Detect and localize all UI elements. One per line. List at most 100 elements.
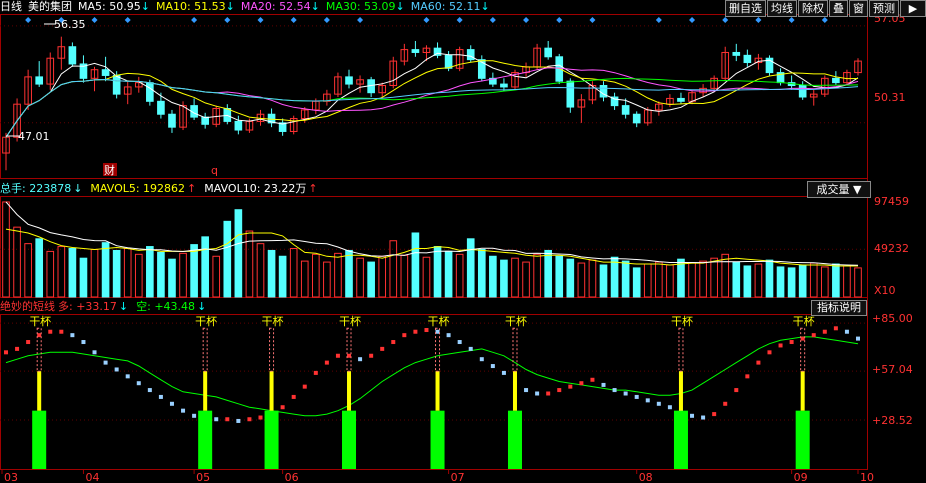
indicator-dot bbox=[147, 388, 152, 393]
signal-dashed-bar bbox=[512, 327, 518, 372]
indicator-dot bbox=[380, 346, 385, 351]
candle-body bbox=[444, 54, 453, 69]
signal-green-bar bbox=[507, 410, 522, 469]
volume-bar bbox=[323, 261, 331, 298]
volume-bar bbox=[699, 260, 707, 298]
signal-diamond bbox=[91, 17, 98, 23]
candle-body bbox=[35, 76, 44, 85]
volume-bar bbox=[90, 248, 99, 298]
signal-diamond bbox=[722, 17, 729, 23]
signal-diamond bbox=[25, 17, 32, 23]
volume-bar bbox=[79, 257, 88, 298]
candle-body bbox=[101, 69, 110, 76]
mavol5-readout: MAVOL5: 192862 ↑ bbox=[90, 182, 197, 195]
indicator-dot bbox=[181, 408, 186, 413]
volume-bar bbox=[400, 254, 409, 298]
indicator-dot bbox=[214, 417, 219, 422]
candle-body bbox=[345, 76, 353, 85]
volume-bar bbox=[46, 250, 55, 298]
price-header: 日线 美的集团 MA5: 50.95↓ MA10: 51.53↓ MA20: 52.54… bbox=[0, 0, 496, 14]
signal-label: 干杯 bbox=[428, 314, 450, 328]
remove-favorite-button[interactable]: 删自选 bbox=[725, 0, 766, 17]
indicator-dot bbox=[37, 333, 42, 338]
month-label: 07 bbox=[451, 471, 465, 483]
volume-bar bbox=[123, 248, 132, 298]
signal-green-bar bbox=[430, 410, 445, 469]
volume-bar bbox=[223, 220, 232, 298]
indicator-dot bbox=[335, 353, 340, 358]
ex-rights-button[interactable]: 除权 bbox=[798, 0, 828, 17]
indicator-dot bbox=[4, 350, 8, 355]
volume-bar bbox=[599, 264, 608, 298]
indicator-dot bbox=[468, 346, 473, 351]
indicator-dot bbox=[756, 360, 761, 365]
signal-green-bar bbox=[342, 410, 357, 469]
indicator-dot bbox=[457, 340, 462, 345]
candle-body bbox=[146, 82, 154, 102]
indicator-dot bbox=[568, 384, 573, 389]
indicator-dot bbox=[656, 401, 661, 406]
volume-indicator-select[interactable]: 成交量 ▼ bbox=[807, 181, 871, 198]
signal-yellow-bar bbox=[37, 371, 42, 411]
indicator-dot bbox=[446, 333, 451, 338]
candle-body bbox=[743, 54, 752, 64]
month-label: 08 bbox=[639, 471, 653, 483]
indicator-dot bbox=[546, 391, 551, 396]
month-axis: 03 04 05 06 07 08 09 10 bbox=[1, 470, 874, 483]
event-marker-q[interactable]: q bbox=[211, 164, 218, 177]
indicator-help-button[interactable]: 指标说明 bbox=[811, 300, 867, 316]
candle-body bbox=[798, 85, 807, 98]
indicator-dot bbox=[114, 367, 119, 372]
volume-bar bbox=[820, 266, 829, 298]
volume-bar bbox=[278, 255, 287, 298]
candle-body bbox=[566, 80, 575, 108]
signal-yellow-bar bbox=[347, 371, 352, 411]
indicator-dot bbox=[811, 333, 816, 338]
overlay-button[interactable]: 叠 bbox=[829, 0, 848, 17]
indicator-dot bbox=[236, 418, 241, 423]
volume-bar bbox=[743, 265, 752, 298]
mavol5-line bbox=[5, 228, 858, 267]
volume-bar bbox=[677, 258, 685, 298]
price-pane-frame bbox=[0, 14, 868, 179]
indicator-axis-top: +85.00 bbox=[872, 312, 913, 325]
candle-body bbox=[112, 74, 121, 95]
indicator-axis-low: +28.52 bbox=[872, 414, 913, 427]
indicator-dot bbox=[225, 417, 230, 422]
forecast-button[interactable]: 预测 bbox=[869, 0, 899, 17]
volume-bar bbox=[234, 209, 243, 298]
expand-arrow-icon[interactable]: ▶ bbox=[900, 0, 926, 17]
signal-label: 干杯 bbox=[505, 314, 527, 328]
signal-label: 干杯 bbox=[671, 314, 693, 328]
chart-toolbar: 删自选 均线 除权 叠 窗 预测 ▶ bbox=[724, 0, 926, 17]
indicator-dot bbox=[302, 384, 307, 389]
volume-bar bbox=[24, 243, 32, 298]
volume-header: 总手: 223878 ↓ MAVOL5: 192862 ↑ MAVOL10: 23.22… bbox=[0, 182, 324, 196]
volume-bar bbox=[311, 253, 320, 298]
candle-body bbox=[168, 113, 176, 128]
indicator-dot bbox=[822, 329, 827, 334]
indicator-dot bbox=[634, 394, 639, 399]
volume-bar bbox=[367, 261, 375, 298]
moving-average-button[interactable]: 均线 bbox=[767, 0, 797, 17]
long-readout: 多: +33.17 ↓ bbox=[58, 300, 129, 313]
volume-bar bbox=[212, 255, 221, 298]
volume-bar bbox=[732, 261, 741, 298]
indicator-dot bbox=[103, 360, 108, 365]
signal-diamond bbox=[456, 17, 463, 23]
indicator-dot bbox=[369, 353, 374, 358]
indicator-axis-mid: +57.04 bbox=[872, 363, 913, 376]
candle-body bbox=[466, 49, 475, 61]
price-axis-mid: 50.31 bbox=[874, 91, 906, 104]
indicator-dot bbox=[92, 350, 97, 355]
candle-body bbox=[677, 97, 685, 102]
moving-average-lines bbox=[5, 52, 859, 138]
volume-bar bbox=[168, 258, 176, 298]
indicator-series: 干杯 干杯 干杯 干杯 干杯 干杯 干杯 干杯 bbox=[4, 314, 860, 469]
volume-bar bbox=[500, 259, 508, 298]
indicator-dot bbox=[136, 381, 141, 386]
indicator-dot bbox=[667, 405, 672, 410]
stock-chart-canvas: 干杯 干杯 干杯 干杯 干杯 干杯 干杯 干杯 56.35 47.01 财 q 57.05 5… bbox=[0, 12, 913, 483]
window-button[interactable]: 窗 bbox=[849, 0, 868, 17]
signal-diamond bbox=[489, 17, 496, 23]
